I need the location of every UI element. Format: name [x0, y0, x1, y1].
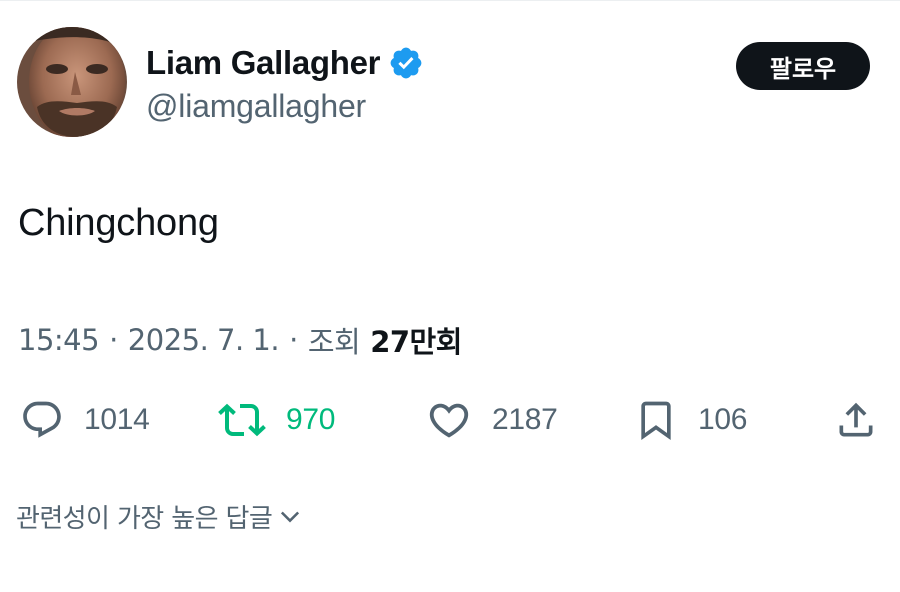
retweet-count: 970: [286, 403, 336, 436]
chevron-down-icon: [281, 511, 300, 523]
bookmark-icon: [641, 401, 671, 441]
tweet-text: Chingchong: [18, 202, 219, 244]
views-count: 27만회: [370, 325, 462, 359]
reply-button[interactable]: 1014: [20, 392, 150, 448]
tweet-time[interactable]: 15:45: [18, 323, 100, 357]
retweet-button[interactable]: 970: [218, 392, 335, 448]
avatar-photo: [17, 27, 127, 137]
bookmark-button[interactable]: 106: [634, 392, 747, 448]
author-name-row[interactable]: Liam Gallagher: [146, 40, 424, 86]
tweet-actions: 1014 970 2187 106: [0, 392, 900, 448]
meta-separator: ·: [289, 323, 298, 357]
replies-sort-label: 관련성이 가장 높은 답글: [16, 503, 273, 534]
heart-icon: [429, 403, 469, 438]
avatar[interactable]: [17, 27, 127, 137]
views-label: 조회: [307, 325, 361, 359]
speech-bubble-icon: [23, 401, 61, 438]
share-button[interactable]: [834, 392, 878, 448]
replies-sort-dropdown[interactable]: 관련성이 가장 높은 답글: [16, 494, 304, 538]
bookmark-count: 106: [698, 403, 748, 436]
verified-badge-icon: [390, 47, 422, 79]
follow-button[interactable]: 팔로우: [736, 42, 870, 90]
meta-separator: ·: [109, 323, 118, 357]
like-count: 2187: [492, 403, 558, 436]
reply-count: 1014: [84, 403, 150, 436]
tweet-date[interactable]: 2025. 7. 1.: [128, 323, 280, 357]
author-display-name[interactable]: Liam Gallagher: [146, 44, 381, 82]
tweet-meta: 15:45 · 2025. 7. 1. · 조회 27만회: [18, 318, 462, 362]
share-upload-icon: [839, 402, 873, 437]
top-divider: [0, 0, 900, 1]
author-handle[interactable]: @liamgallagher: [146, 88, 366, 125]
like-button[interactable]: 2187: [426, 392, 558, 448]
retweet-arrows-icon: [218, 403, 266, 437]
